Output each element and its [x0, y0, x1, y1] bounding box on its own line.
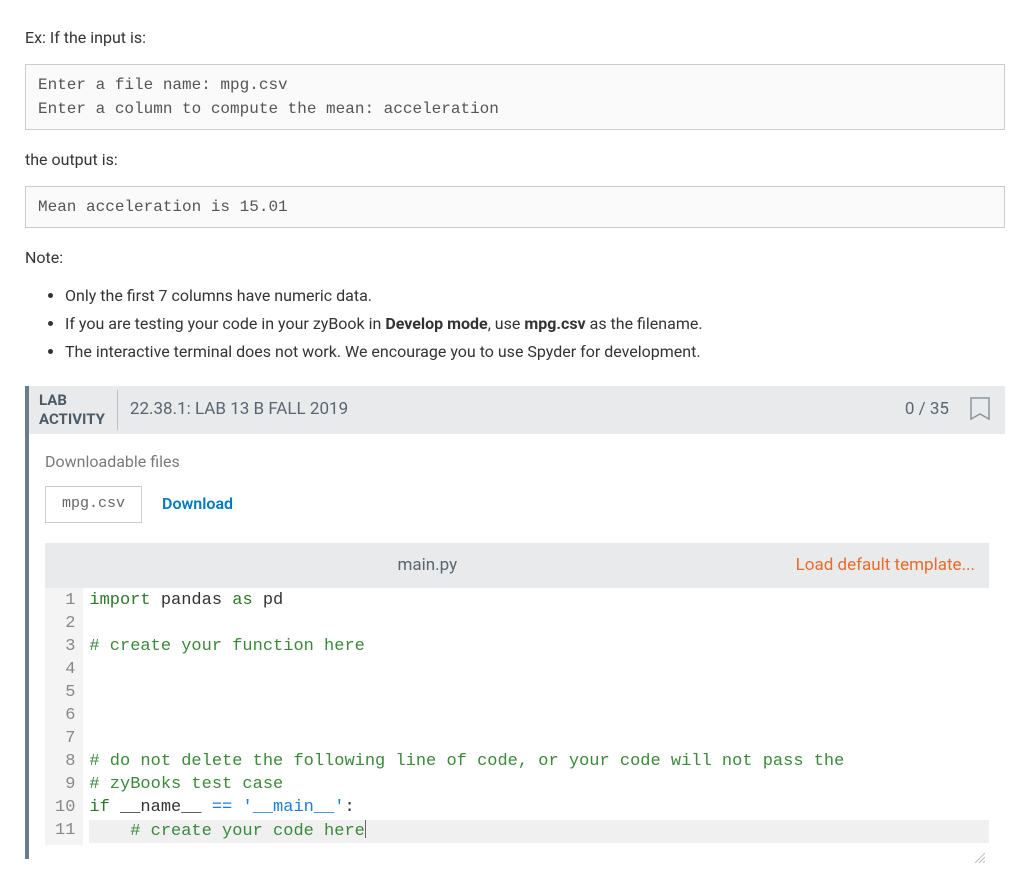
code-line[interactable]: # zyBooks test case [89, 774, 989, 797]
code-line[interactable] [89, 682, 989, 705]
code-line[interactable]: if __name__ == '__main__': [89, 797, 989, 820]
code-line[interactable] [89, 613, 989, 636]
text-cursor [365, 820, 366, 838]
line-number: 10 [55, 797, 75, 820]
line-number: 6 [55, 705, 75, 728]
note-item: If you are testing your code in your zyB… [65, 312, 1005, 336]
line-number: 11 [55, 820, 75, 843]
lab-body: Downloadable files mpg.csv Download main… [29, 434, 1005, 859]
note-label: Note: [25, 246, 1005, 270]
note-list: Only the first 7 columns have numeric da… [25, 284, 1005, 364]
load-default-template-link[interactable]: Load default template... [796, 553, 975, 579]
divider [117, 390, 118, 430]
code-line[interactable] [89, 728, 989, 751]
lab-score: 0 / 35 [905, 397, 949, 423]
line-number: 9 [55, 774, 75, 797]
downloadable-files-label: Downloadable files [45, 450, 989, 474]
lab-title: 22.38.1: LAB 13 B FALL 2019 [130, 397, 893, 423]
line-number: 1 [55, 590, 75, 613]
code-line[interactable] [89, 659, 989, 682]
code-editor-panel: main.py Load default template... 1234567… [45, 543, 989, 860]
line-number: 7 [55, 728, 75, 751]
code-line[interactable] [89, 705, 989, 728]
example-input-label: Ex: If the input is: [25, 26, 1005, 50]
code-line[interactable]: # create your function here [89, 636, 989, 659]
file-chip: mpg.csv [45, 486, 142, 523]
lab-activity-tag: LAB ACTIVITY [39, 391, 105, 429]
download-row: mpg.csv Download [45, 486, 989, 523]
example-input-block: Enter a file name: mpg.csv Enter a colum… [25, 64, 1005, 130]
code-line[interactable]: import pandas as pd [89, 590, 989, 613]
note-item: The interactive terminal does not work. … [65, 340, 1005, 364]
editor-filename: main.py [59, 553, 796, 579]
lab-header: LAB ACTIVITY 22.38.1: LAB 13 B FALL 2019… [29, 386, 1005, 434]
example-output-label: the output is: [25, 148, 1005, 172]
bookmark-icon [969, 397, 991, 423]
line-number: 3 [55, 636, 75, 659]
line-number: 4 [55, 659, 75, 682]
code-editor[interactable]: 1234567891011 import pandas as pd # creat… [45, 588, 989, 845]
code-lines[interactable]: import pandas as pd # create your functio… [83, 588, 989, 845]
code-line[interactable]: # do not delete the following line of co… [89, 751, 989, 774]
editor-header: main.py Load default template... [45, 543, 989, 589]
line-number: 5 [55, 682, 75, 705]
line-number: 2 [55, 613, 75, 636]
example-output-block: Mean acceleration is 15.01 [25, 186, 1005, 228]
line-number-gutter: 1234567891011 [45, 588, 83, 845]
code-line[interactable]: # create your code here [89, 820, 989, 843]
resize-grip-icon[interactable] [45, 845, 989, 859]
line-number: 8 [55, 751, 75, 774]
download-link[interactable]: Download [162, 492, 233, 516]
note-item: Only the first 7 columns have numeric da… [65, 284, 1005, 308]
lab-activity-panel: LAB ACTIVITY 22.38.1: LAB 13 B FALL 2019… [25, 386, 1005, 859]
